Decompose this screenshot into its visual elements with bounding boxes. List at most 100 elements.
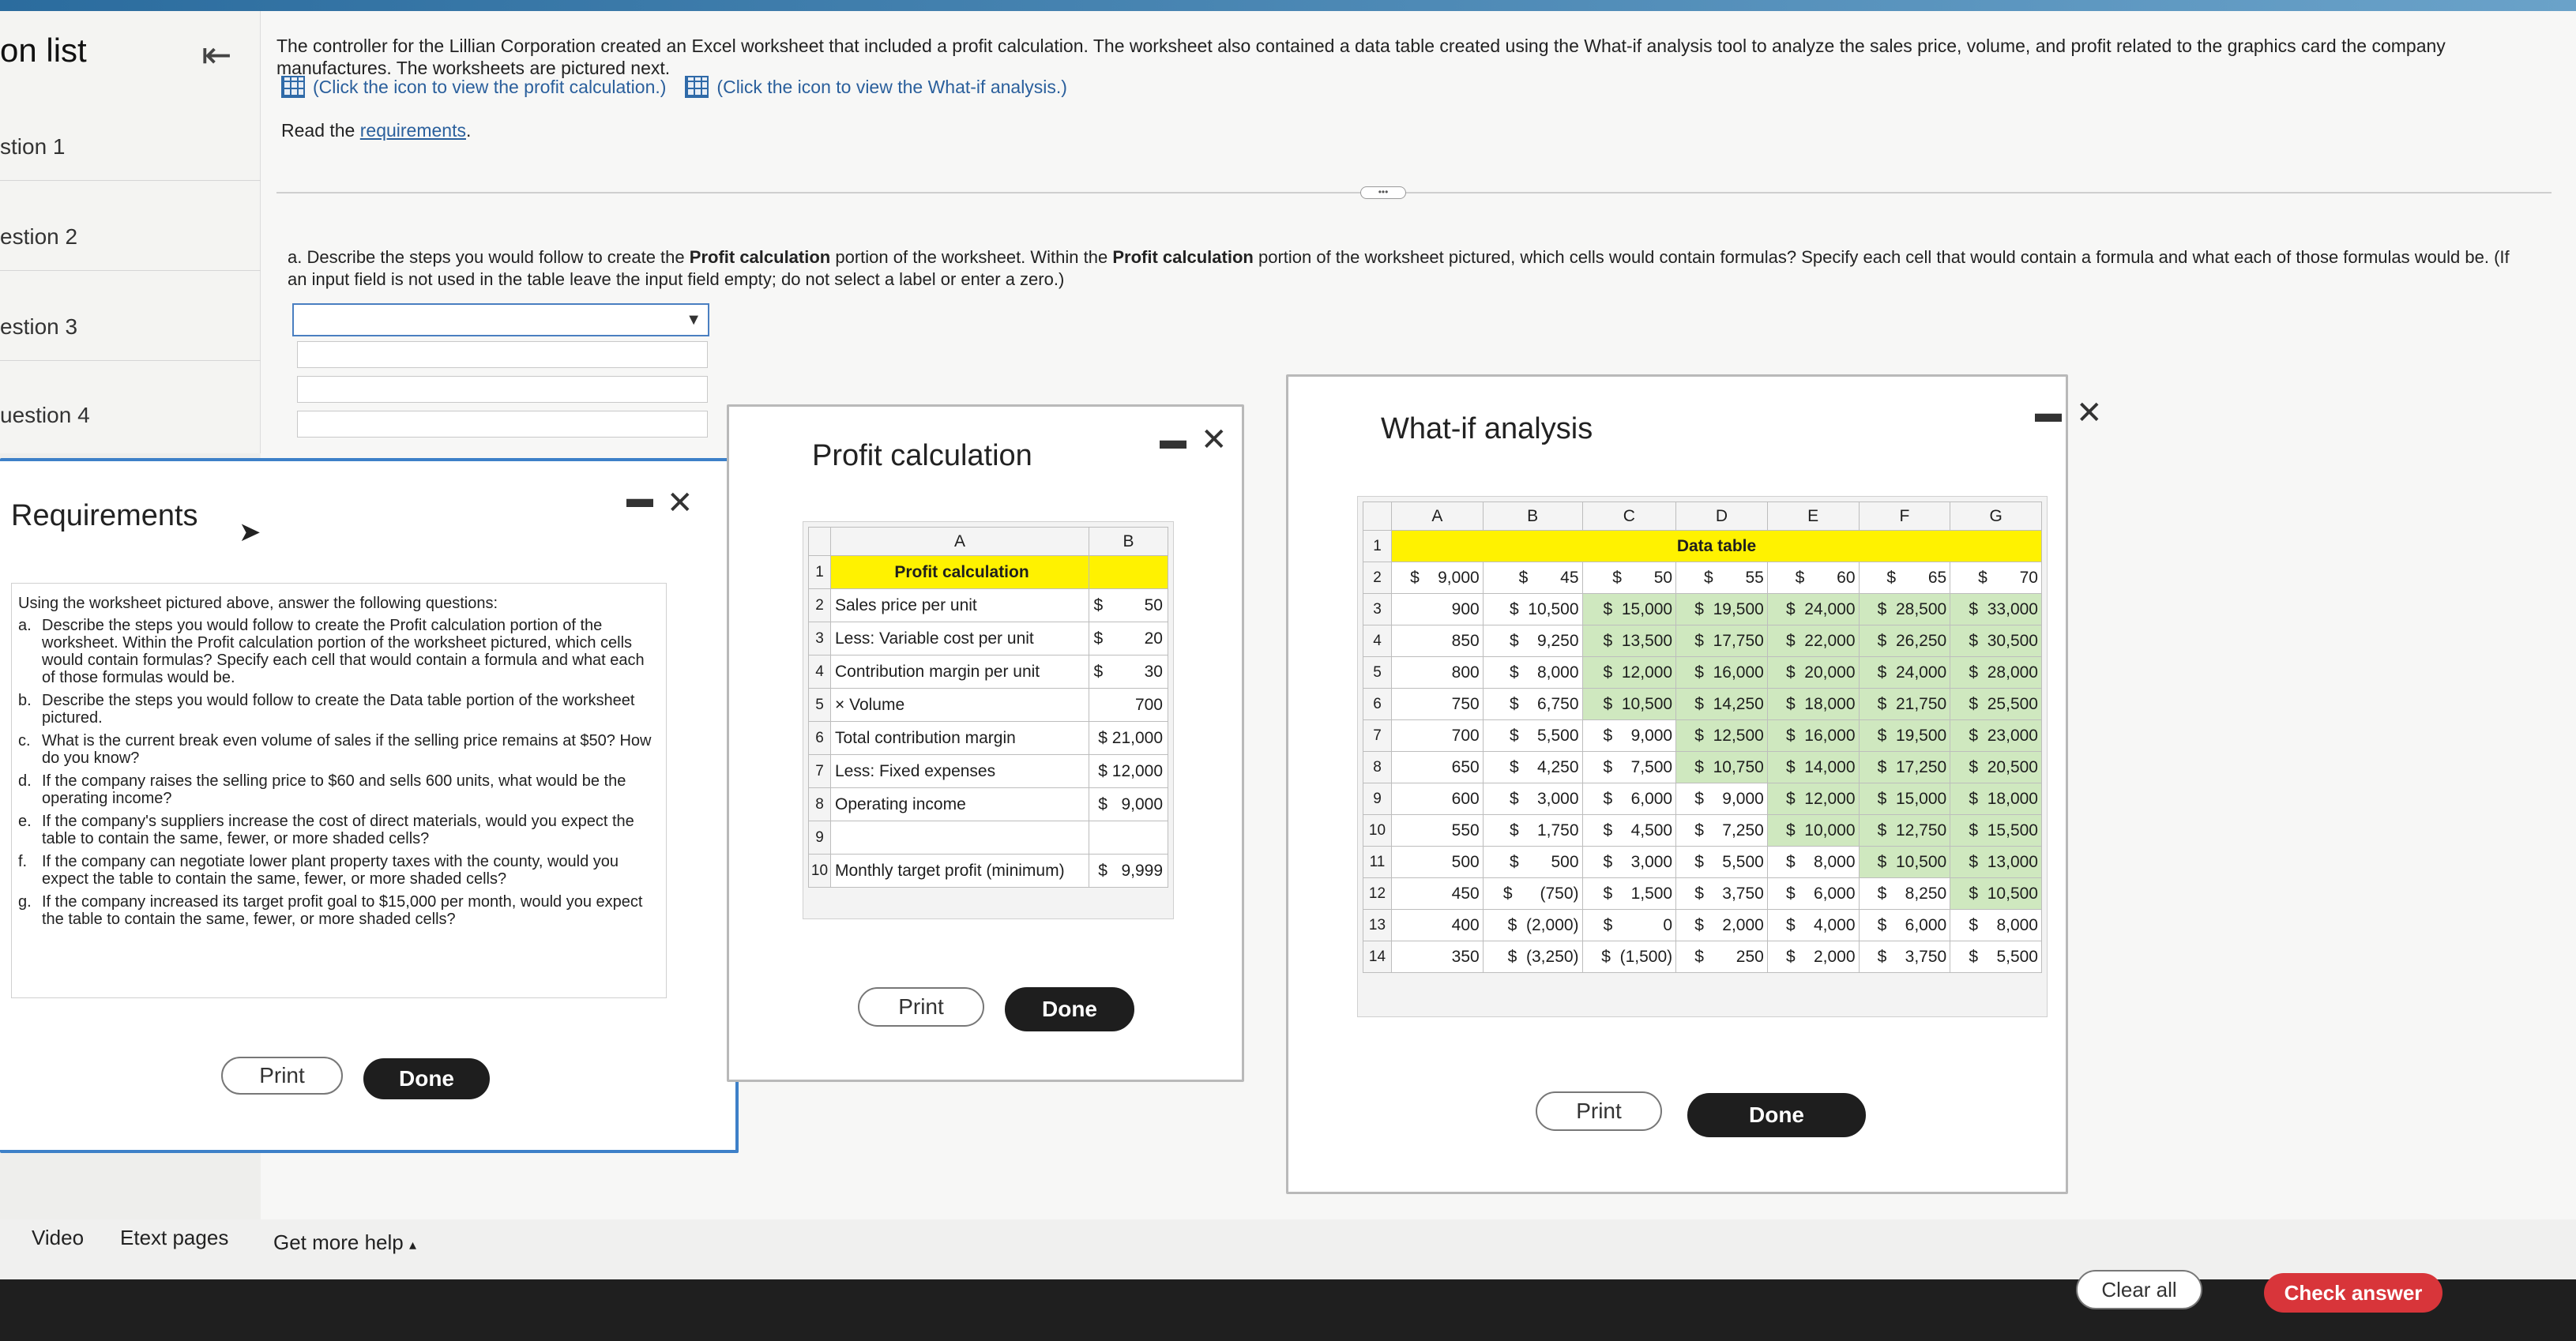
data-cell[interactable]: $ 10,500 bbox=[1482, 593, 1583, 625]
data-cell[interactable]: $ 1,500 bbox=[1581, 877, 1677, 910]
data-cell[interactable]: 600 bbox=[1391, 783, 1484, 815]
data-cell[interactable]: $ 9,000 bbox=[1675, 783, 1768, 815]
data-cell[interactable]: 500 bbox=[1391, 846, 1484, 878]
cell-value[interactable]: $ 9,000 bbox=[1089, 787, 1168, 821]
cell-value[interactable]: $ 12,000 bbox=[1089, 754, 1168, 788]
data-cell[interactable]: $ 10,000 bbox=[1766, 814, 1860, 847]
data-cell[interactable]: 650 bbox=[1391, 751, 1484, 783]
formula-cell-dropdown[interactable]: ▼ bbox=[292, 303, 709, 336]
clear-all-button[interactable]: Clear all bbox=[2076, 1270, 2202, 1309]
cell-value[interactable] bbox=[1089, 821, 1168, 855]
cell-label[interactable]: Sales price per unit bbox=[830, 588, 1089, 622]
close-icon[interactable]: ✕ bbox=[2076, 395, 2103, 431]
whatif-done-button[interactable]: Done bbox=[1687, 1093, 1866, 1137]
data-cell[interactable]: 350 bbox=[1391, 941, 1484, 973]
data-cell[interactable]: 900 bbox=[1391, 593, 1484, 625]
data-cell[interactable]: $ 70 bbox=[1950, 562, 2042, 594]
data-cell[interactable]: $ 21,750 bbox=[1858, 688, 1951, 720]
data-cell[interactable]: $ 26,250 bbox=[1858, 625, 1951, 657]
collapse-sidebar-icon[interactable]: ⇤ bbox=[201, 33, 232, 76]
cell-label[interactable]: × Volume bbox=[830, 688, 1089, 722]
data-cell[interactable]: $ 4,250 bbox=[1482, 751, 1583, 783]
get-more-help-link[interactable]: Get more help ▴ bbox=[273, 1230, 416, 1255]
expand-handle[interactable]: ••• bbox=[1360, 186, 1406, 199]
data-cell[interactable]: $ 22,000 bbox=[1766, 625, 1860, 657]
data-cell[interactable]: $ 20,500 bbox=[1950, 751, 2042, 783]
data-cell[interactable]: $ 33,000 bbox=[1950, 593, 2042, 625]
video-link[interactable]: Video bbox=[32, 1226, 84, 1250]
data-cell[interactable]: $ 19,500 bbox=[1675, 593, 1768, 625]
data-cell[interactable]: 700 bbox=[1391, 719, 1484, 752]
data-cell[interactable]: $ 13,000 bbox=[1950, 846, 2042, 878]
data-cell[interactable]: $ 50 bbox=[1581, 562, 1677, 594]
data-cell[interactable]: $ 3,750 bbox=[1858, 941, 1951, 973]
data-cell[interactable]: $ 30,500 bbox=[1950, 625, 2042, 657]
close-icon[interactable]: ✕ bbox=[1201, 422, 1228, 458]
sidebar-item-question-3[interactable]: estion 3 bbox=[0, 314, 77, 340]
data-cell[interactable]: $ 17,250 bbox=[1858, 751, 1951, 783]
sidebar-item-question-2[interactable]: estion 2 bbox=[0, 224, 77, 250]
data-cell[interactable]: $ 8,000 bbox=[1950, 909, 2042, 941]
data-cell[interactable]: $ 60 bbox=[1766, 562, 1860, 594]
data-cell[interactable]: $ 12,000 bbox=[1581, 656, 1677, 689]
data-cell[interactable]: $ 12,750 bbox=[1858, 814, 1951, 847]
profit-print-button[interactable]: Print bbox=[858, 987, 984, 1027]
data-cell[interactable]: $ (2,000) bbox=[1482, 909, 1583, 941]
data-cell[interactable]: $ 10,500 bbox=[1950, 877, 2042, 910]
data-cell[interactable]: $ 9,000 bbox=[1391, 562, 1484, 594]
cell-label[interactable]: Profit calculation bbox=[830, 555, 1089, 589]
cell-label[interactable]: Total contribution margin bbox=[830, 721, 1089, 755]
data-cell[interactable]: $ 6,000 bbox=[1766, 877, 1860, 910]
answer-input[interactable] bbox=[297, 376, 708, 403]
data-cell[interactable]: $ 0 bbox=[1581, 909, 1677, 941]
whatif-analysis-link[interactable]: (Click the icon to view the What-if anal… bbox=[716, 77, 1067, 98]
sidebar-item-question-4[interactable]: uestion 4 bbox=[0, 403, 90, 428]
data-cell[interactable]: $ (1,500) bbox=[1581, 941, 1677, 973]
sidebar-item-question-1[interactable]: stion 1 bbox=[0, 134, 66, 160]
data-cell[interactable]: $ 55 bbox=[1675, 562, 1768, 594]
data-cell[interactable]: $ 3,000 bbox=[1581, 846, 1677, 878]
data-cell[interactable]: $ 6,000 bbox=[1858, 909, 1951, 941]
answer-input[interactable] bbox=[297, 411, 708, 438]
cell-label[interactable] bbox=[830, 821, 1089, 855]
cell-value[interactable]: $ 20 bbox=[1089, 622, 1168, 655]
data-cell[interactable]: $ 10,750 bbox=[1675, 751, 1768, 783]
table-icon[interactable] bbox=[281, 76, 305, 98]
minimize-icon[interactable]: ▬ bbox=[1160, 425, 1186, 456]
cell-value[interactable]: $ 21,000 bbox=[1089, 721, 1168, 755]
data-cell[interactable]: $ 16,000 bbox=[1766, 719, 1860, 752]
data-cell[interactable]: $ 9,250 bbox=[1482, 625, 1583, 657]
close-icon[interactable]: ✕ bbox=[667, 485, 694, 521]
data-cell[interactable]: $ 28,000 bbox=[1950, 656, 2042, 689]
data-cell[interactable]: $ 12,500 bbox=[1675, 719, 1768, 752]
table-icon[interactable] bbox=[685, 76, 709, 98]
data-cell[interactable]: $ 5,500 bbox=[1482, 719, 1583, 752]
data-cell[interactable]: $ 17,750 bbox=[1675, 625, 1768, 657]
requirements-print-button[interactable]: Print bbox=[221, 1057, 343, 1095]
data-cell[interactable]: $ 7,500 bbox=[1581, 751, 1677, 783]
data-cell[interactable]: 750 bbox=[1391, 688, 1484, 720]
data-cell[interactable]: $ 8,000 bbox=[1482, 656, 1583, 689]
data-cell[interactable]: $ 10,500 bbox=[1581, 688, 1677, 720]
data-cell[interactable]: $ 5,500 bbox=[1675, 846, 1768, 878]
cell-value[interactable] bbox=[1089, 555, 1168, 589]
cell-label[interactable]: Operating income bbox=[830, 787, 1089, 821]
data-cell[interactable]: $ 24,000 bbox=[1858, 656, 1951, 689]
requirements-done-button[interactable]: Done bbox=[363, 1058, 490, 1099]
profit-done-button[interactable]: Done bbox=[1005, 987, 1134, 1031]
cell-value[interactable]: $ 50 bbox=[1089, 588, 1168, 622]
cell-label[interactable]: Contribution margin per unit bbox=[830, 655, 1089, 689]
data-cell[interactable]: $ 1,750 bbox=[1482, 814, 1583, 847]
data-cell[interactable]: $ 19,500 bbox=[1858, 719, 1951, 752]
data-cell[interactable]: $ 15,000 bbox=[1858, 783, 1951, 815]
data-cell[interactable]: $ (750) bbox=[1482, 877, 1583, 910]
data-cell[interactable]: $ 20,000 bbox=[1766, 656, 1860, 689]
data-cell[interactable]: $ 14,000 bbox=[1766, 751, 1860, 783]
data-cell[interactable]: $ 10,500 bbox=[1858, 846, 1951, 878]
data-cell[interactable]: $ 14,250 bbox=[1675, 688, 1768, 720]
data-cell[interactable]: $ 8,000 bbox=[1766, 846, 1860, 878]
data-cell[interactable]: $ 2,000 bbox=[1675, 909, 1768, 941]
profit-calculation-link[interactable]: (Click the icon to view the profit calcu… bbox=[313, 77, 666, 98]
data-cell[interactable]: $ 2,000 bbox=[1766, 941, 1860, 973]
data-cell[interactable]: $ 4,500 bbox=[1581, 814, 1677, 847]
